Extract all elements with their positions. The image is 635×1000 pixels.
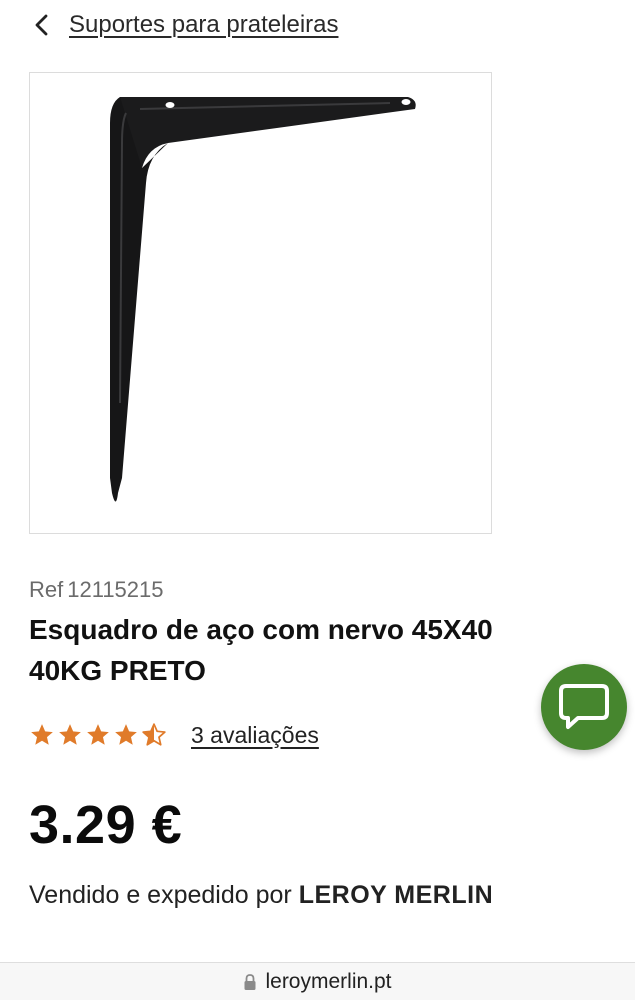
star-icon — [87, 724, 109, 745]
url-text: leroymerlin.pt — [265, 969, 392, 993]
seller-name: LEROY MERLIN — [298, 881, 494, 909]
star-icon — [31, 724, 53, 745]
breadcrumb-link[interactable]: Suportes para prateleiras — [69, 10, 338, 40]
product-rating: 3 avaliações — [29, 718, 319, 752]
chevron-left-icon — [35, 14, 48, 36]
star-icon — [115, 724, 137, 745]
ref-label: Ref — [29, 577, 64, 602]
star-rating[interactable] — [29, 722, 167, 748]
chat-bubble-icon — [559, 684, 609, 729]
back-button[interactable] — [28, 10, 56, 40]
product-image[interactable] — [29, 72, 492, 534]
reviews-link[interactable]: 3 avaliações — [191, 720, 319, 750]
browser-url-bar[interactable]: leroymerlin.pt — [0, 962, 635, 1000]
lock-icon — [244, 973, 256, 990]
seller-info: Vendido e expedido por LEROY MERLIN — [29, 878, 493, 912]
half-star-icon — [142, 723, 166, 746]
shelf-bracket-image — [110, 97, 416, 502]
star-icon — [59, 724, 81, 745]
seller-prefix: Vendido e expedido por — [29, 881, 292, 909]
product-title: Esquadro de aço com nervo 45X40 40KG PRE… — [29, 614, 493, 686]
ref-number: 12115215 — [67, 577, 164, 602]
chat-button[interactable] — [541, 664, 627, 750]
top-navigation: Suportes para prateleiras — [0, 0, 635, 50]
product-reference: Ref 12115215 — [29, 576, 164, 604]
product-price: 3.29 € — [29, 795, 183, 855]
